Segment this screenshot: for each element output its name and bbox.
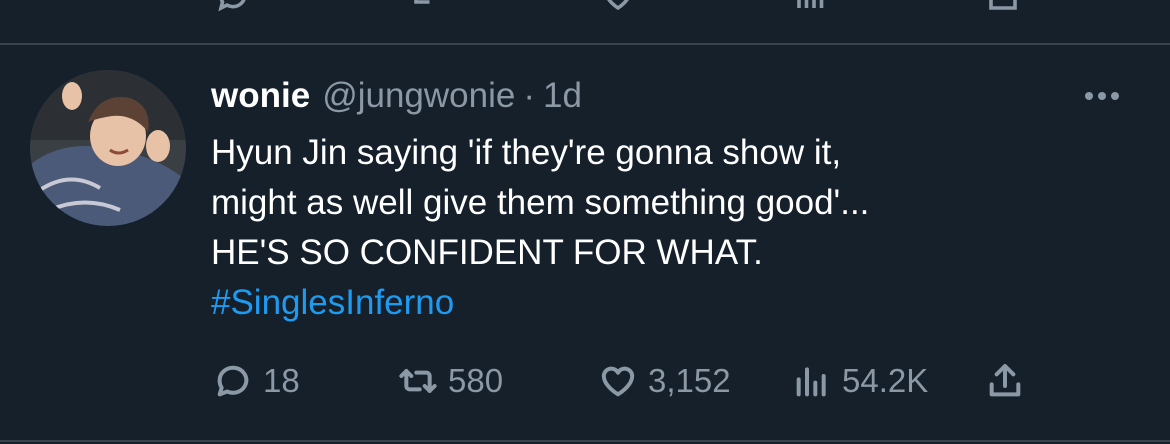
more-icon[interactable] bbox=[1085, 84, 1125, 108]
reply-count: 18 bbox=[263, 362, 300, 399]
share-icon[interactable] bbox=[985, 0, 1021, 14]
share-icon bbox=[989, 364, 1021, 397]
timestamp[interactable]: 1d bbox=[543, 76, 582, 116]
reply-icon[interactable] bbox=[215, 0, 251, 14]
tweet-header: wonie @jungwonie · 1d bbox=[211, 76, 582, 116]
heart-icon bbox=[601, 366, 635, 397]
tweet-text: Hyun Jin saying 'if they're gonna show i… bbox=[211, 128, 1111, 328]
retweet-count: 580 bbox=[448, 362, 504, 399]
reply-icon bbox=[217, 365, 249, 397]
retweet-icon[interactable] bbox=[410, 0, 446, 14]
retweet-icon bbox=[399, 369, 437, 393]
reply-button[interactable]: 18 bbox=[213, 361, 300, 401]
divider bbox=[0, 43, 1170, 45]
display-name[interactable]: wonie bbox=[211, 76, 310, 116]
divider bbox=[0, 440, 1170, 442]
like-button[interactable]: 3,152 bbox=[598, 361, 731, 401]
separator: · bbox=[523, 76, 535, 115]
user-handle[interactable]: @jungwonie bbox=[322, 76, 515, 116]
tweet-actions: 18 580 3,152 54.2K bbox=[0, 361, 1170, 421]
views-count: 54.2K bbox=[842, 362, 929, 399]
hashtag-link[interactable]: #SinglesInferno bbox=[211, 278, 1111, 328]
heart-icon[interactable] bbox=[600, 0, 636, 14]
views-button[interactable]: 54.2K bbox=[792, 361, 928, 401]
share-button[interactable] bbox=[985, 361, 1025, 401]
retweet-button[interactable]: 580 bbox=[398, 361, 503, 401]
tweet-text-line: might as well give them something good'.… bbox=[211, 183, 870, 222]
tweet-text-line: HE'S SO CONFIDENT FOR WHAT. bbox=[211, 233, 763, 272]
tweet-text-line: Hyun Jin saying 'if they're gonna show i… bbox=[211, 133, 842, 172]
avatar[interactable] bbox=[30, 70, 186, 226]
views-icon bbox=[796, 367, 826, 397]
like-count: 3,152 bbox=[648, 362, 731, 399]
previous-tweet-actions bbox=[0, 0, 1170, 44]
views-icon[interactable] bbox=[793, 0, 829, 14]
